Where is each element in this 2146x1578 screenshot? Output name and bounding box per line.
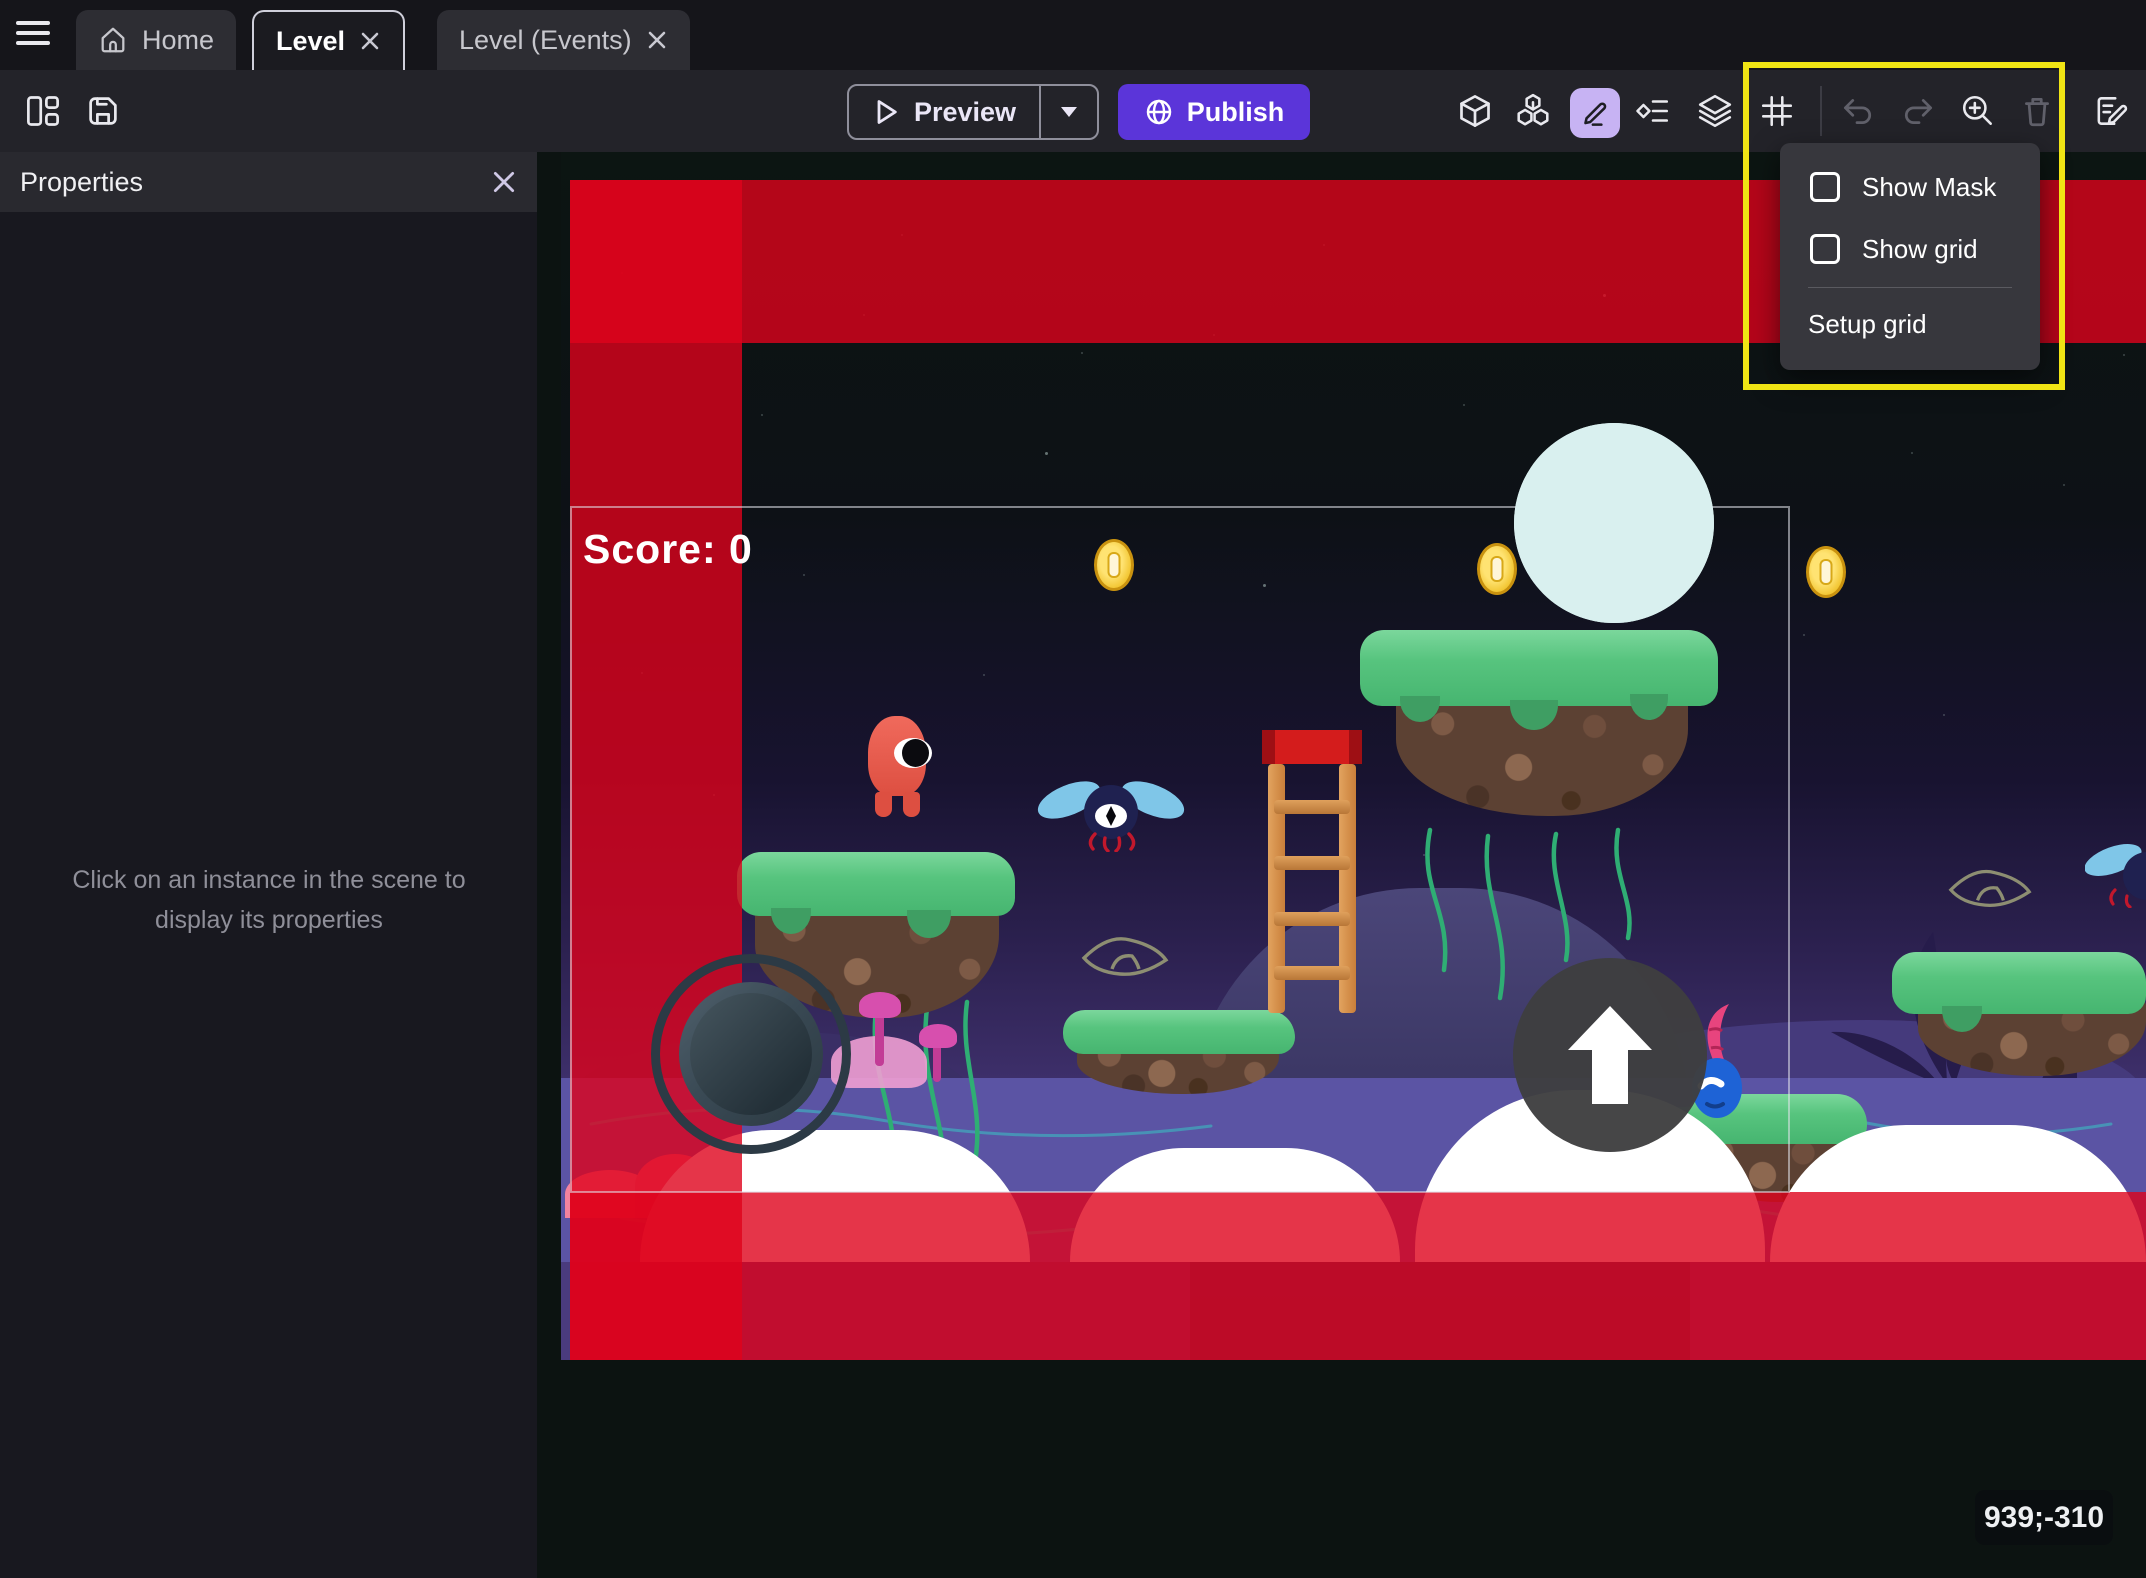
grid-options-button[interactable] (1754, 88, 1800, 134)
instances-list-icon (1635, 93, 1671, 129)
show-grid-checkbox[interactable] (1810, 234, 1840, 264)
instances-list-button[interactable] (1630, 88, 1676, 134)
preview-button-label: Preview (914, 97, 1016, 128)
properties-panel-header: Properties (0, 152, 537, 212)
object-groups-button[interactable] (1510, 88, 1556, 134)
tab-home-label: Home (142, 25, 214, 56)
layers-panel-button[interactable] (1692, 88, 1738, 134)
objects-stack-icon (1515, 93, 1551, 129)
grid-options-menu: Show Mask Show grid Setup grid (1780, 143, 2040, 370)
trash-icon (2019, 93, 2055, 129)
save-button[interactable] (80, 88, 126, 134)
properties-empty-hint: Click on an instance in the scene to dis… (34, 860, 504, 940)
tab-level[interactable]: Level (252, 10, 405, 70)
home-icon (98, 25, 128, 55)
show-mask-label: Show Mask (1862, 172, 1996, 203)
preview-button-main[interactable]: Preview (849, 86, 1039, 138)
setup-grid-label: Setup grid (1808, 309, 1927, 340)
preview-options-button[interactable] (1039, 86, 1097, 138)
menu-item-show-grid[interactable]: Show grid (1780, 219, 2040, 279)
chevron-down-icon (1060, 106, 1078, 118)
close-tab-icon[interactable] (646, 29, 668, 51)
menu-item-show-mask[interactable]: Show Mask (1780, 157, 2040, 217)
joystick-knob[interactable] (679, 982, 823, 1126)
edit-mode-button[interactable] (1570, 88, 1620, 138)
layers-icon (1697, 93, 1733, 129)
tab-level-events[interactable]: Level (Events) (437, 10, 690, 70)
game-editor-window: Home Level Level (Events) (0, 0, 2146, 1578)
score-text-instance[interactable]: Score: 0 (583, 526, 753, 573)
toolbar-separator (1820, 86, 1822, 136)
globe-icon (1144, 97, 1174, 127)
jump-button-instance[interactable] (1513, 958, 1707, 1152)
red-border-bottom[interactable] (570, 1192, 2146, 1360)
cursor-coordinates-badge: 939;-310 (1975, 1490, 2113, 1545)
menu-item-setup-grid[interactable]: Setup grid (1780, 295, 2040, 353)
objects-panel-button[interactable] (1452, 88, 1498, 134)
undo-button[interactable] (1834, 88, 1880, 134)
bat-enemy-partial[interactable] (2085, 838, 2146, 908)
pencil-icon (1577, 95, 1613, 131)
close-tab-icon[interactable] (359, 30, 381, 52)
platform-right[interactable] (1892, 952, 2146, 1076)
cube-icon (1457, 93, 1493, 129)
properties-panel-title: Properties (20, 167, 143, 198)
tab-bar: Home Level Level (Events) (0, 0, 2146, 70)
redo-icon (1901, 93, 1937, 129)
close-panel-icon[interactable] (491, 169, 517, 195)
show-mask-checkbox[interactable] (1810, 172, 1840, 202)
publish-button[interactable]: Publish (1118, 84, 1310, 140)
properties-panel: Properties Click on an instance in the s… (0, 152, 537, 1578)
coin-instance[interactable] (1806, 546, 1846, 598)
toolbar: Preview Publish (0, 70, 2146, 152)
toggle-panels-button[interactable] (20, 88, 66, 134)
panels-layout-icon (25, 93, 61, 129)
tab-level-label: Level (276, 26, 345, 57)
tab-level-events-label: Level (Events) (459, 25, 632, 56)
eye-decoration[interactable] (1943, 865, 2037, 909)
redo-button[interactable] (1896, 88, 1942, 134)
delete-button[interactable] (2014, 88, 2060, 134)
zoom-button[interactable] (1955, 88, 2001, 134)
show-grid-label: Show grid (1862, 234, 1978, 265)
moon-instance[interactable] (1514, 423, 1714, 623)
publish-button-label: Publish (1187, 97, 1285, 128)
notepad-edit-icon (2093, 93, 2129, 129)
platform-grass (1892, 952, 2146, 1014)
zoom-in-icon (1960, 93, 1996, 129)
preview-button[interactable]: Preview (847, 84, 1099, 140)
undo-icon (1839, 93, 1875, 129)
up-arrow-icon (1562, 1004, 1658, 1106)
edit-scene-events-button[interactable] (2088, 88, 2134, 134)
grid-icon (1759, 93, 1795, 129)
save-icon (85, 93, 121, 129)
menu-divider (1808, 287, 2012, 288)
play-icon (872, 98, 900, 126)
tab-home[interactable]: Home (76, 10, 236, 70)
main-menu-icon[interactable] (16, 21, 50, 49)
